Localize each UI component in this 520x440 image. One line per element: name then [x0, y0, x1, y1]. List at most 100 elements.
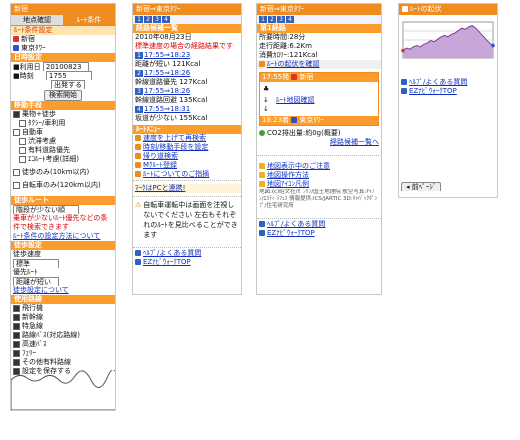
line-label: 特急線 [22, 322, 43, 330]
route-condition-help-link[interactable]: ﾙｰﾄ条件の設定方法について [11, 232, 115, 241]
screen-header: 新宿⇒東京ﾀﾜｰ [133, 4, 241, 15]
line-checkbox[interactable] [13, 331, 20, 339]
tab-location[interactable]: 地点確認 [11, 15, 63, 25]
date-row: ■利用日 20100823 [11, 62, 115, 71]
route-timeline: 17:55発 新宿 ♣ ↓ ↓ ﾙｰﾄ地図確認 18:23着 東京ﾀﾜｰ [259, 72, 379, 126]
mode-radio[interactable] [19, 119, 26, 127]
route-result-link[interactable]: 4 17:55⇒18:31 [133, 105, 241, 114]
mode-radio[interactable] [19, 146, 26, 154]
walk-settings-help-link[interactable]: 徒歩設定について [11, 286, 115, 295]
walk-speed-select[interactable]: 標準 [13, 259, 59, 268]
prev-page-button[interactable]: ◂ 前ﾍﾟｰｼﾞ [401, 182, 442, 191]
help-link[interactable]: ﾍﾙﾌﾟ/よくある質問 [399, 78, 497, 87]
pc-link[interactable]: ﾏｰｸはPCと連携! [133, 184, 241, 193]
date-input[interactable]: 20100823 [42, 62, 89, 71]
co2-row: CO2排出量:約0g(概要) [257, 129, 381, 138]
mode-item[interactable]: 自転車のみ(120km以内) [11, 181, 115, 190]
route-tab-3[interactable]: 3 [153, 16, 161, 23]
route-tab-3[interactable]: 3 [277, 16, 285, 23]
line-checkbox[interactable] [13, 340, 20, 348]
line-item[interactable]: ﾌｪﾘｰ [11, 349, 115, 358]
route-list-link[interactable]: 経路候補一覧へ [257, 138, 381, 147]
mode-radio[interactable] [13, 181, 20, 189]
line-item[interactable]: 高速ﾊﾞｽ [11, 340, 115, 349]
line-item[interactable]: その他有料路線 [11, 358, 115, 367]
mode-radio[interactable] [13, 110, 20, 118]
line-checkbox[interactable] [13, 358, 20, 366]
time-row: ■時刻 1755 [11, 71, 115, 80]
route-menu-item[interactable]: 帰り道検索 [133, 152, 241, 161]
time-input[interactable]: 1755 [45, 71, 92, 80]
search-button[interactable]: 検索開始 [44, 90, 82, 101]
priority-select[interactable]: 距離が短い [13, 277, 59, 286]
line-checkbox[interactable] [13, 322, 20, 330]
route-result-link[interactable]: 1 17:55⇒18:23 [133, 51, 241, 60]
screen-header: 新宿⇒東京ﾀﾜｰ [257, 4, 381, 15]
route-result-link[interactable]: 2 17:55⇒18:26 [133, 69, 241, 78]
route-tab-4[interactable]: 4 [162, 16, 170, 23]
destination-row[interactable]: 東京ﾀﾜｰ [11, 44, 115, 53]
mode-radio[interactable] [19, 137, 26, 145]
top-link[interactable]: EZﾅﾋﾞｳｫｰｸTOP [399, 87, 497, 96]
mode-item[interactable]: 徒歩のみ(10km以内) [11, 168, 115, 177]
elevation-link[interactable]: ﾙｰﾄの起伏を確認 [257, 60, 381, 69]
map-note-link[interactable]: 地図ｱｲｺﾝ凡例 [257, 180, 381, 189]
route-menu-label: 帰り道検索 [143, 152, 178, 160]
warning-text: 自転車運転中は画面を注視しないでください 左右もそれぞれのﾙｰﾄを見比べることが… [143, 201, 238, 239]
line-item[interactable]: 特急線 [11, 322, 115, 331]
route-number: 4 [135, 106, 143, 113]
route-tab-2[interactable]: 2 [144, 16, 152, 23]
depart-select[interactable]: 出発する [51, 80, 85, 89]
route-menu-item[interactable]: 時刻/移動手段を設定 [133, 143, 241, 152]
map-note-link[interactable]: 地図操作方法 [257, 171, 381, 180]
destination-value: 東京ﾀﾜｰ [21, 44, 46, 52]
origin-row[interactable]: 新宿 [11, 35, 115, 44]
mode-item[interactable]: 乗物+徒歩 [11, 110, 115, 119]
co2-text: CO2排出量:約0g(概要) [267, 129, 341, 137]
calorie-value: 121Kcal [289, 51, 318, 59]
mode-radio[interactable] [13, 128, 20, 136]
line-item[interactable]: 飛行機 [11, 304, 115, 313]
route-menu-item[interactable]: Mｸﾙｰﾄ登録 [133, 161, 241, 170]
tab-route-conditions[interactable]: ﾙｰﾄ条件 [63, 15, 115, 25]
route-tab-2[interactable]: 2 [268, 16, 276, 23]
walk-order-select[interactable]: 階段が少ない順 [13, 205, 79, 214]
route-menu-item[interactable]: 速度を上げて再検索 [133, 134, 241, 143]
line-label: 高速ﾊﾞｽ [22, 340, 47, 348]
priority-label: 優先ﾙｰﾄ [13, 268, 38, 276]
top-link[interactable]: EZﾅﾋﾞｳｫｰｸTOP [257, 229, 381, 238]
route-map-link[interactable]: ﾙｰﾄ地図確認 [276, 95, 315, 105]
mode-item[interactable]: ｴｺﾙｰﾄ考慮(詳細) [11, 155, 115, 164]
line-checkbox[interactable] [13, 349, 20, 357]
line-item[interactable]: 新幹線 [11, 313, 115, 322]
route-tabs: 1234 [257, 15, 381, 24]
duration-label: 所要時間 [259, 33, 287, 41]
route-tab-4[interactable]: 4 [286, 16, 294, 23]
line-checkbox[interactable] [13, 313, 20, 321]
mode-radio[interactable] [19, 155, 26, 163]
help-link[interactable]: ﾍﾙﾌﾟ/よくある質問 [133, 249, 241, 258]
walk-icon: ♣ [263, 85, 270, 93]
help-link[interactable]: ﾍﾙﾌﾟ/よくある質問 [257, 220, 381, 229]
section-route-1: 第1経路 [257, 24, 381, 33]
line-checkbox[interactable] [13, 304, 20, 312]
map-note-link[interactable]: 地図表示中のご注意 [257, 162, 381, 171]
menu-bullet-icon [135, 135, 141, 141]
help-link-label: ﾍﾙﾌﾟ/よくある質問 [143, 249, 202, 257]
mode-item[interactable]: ﾀｸｼｰ/車利用 [11, 119, 115, 128]
line-item[interactable]: 路線ﾊﾞｽ(対応路線) [11, 331, 115, 340]
route-tab-1[interactable]: 1 [135, 16, 143, 23]
top-link[interactable]: EZﾅﾋﾞｳｫｰｸTOP [133, 258, 241, 267]
route-menu-item[interactable]: ﾙｰﾄについてのご指摘 [133, 170, 241, 179]
mode-item[interactable]: 自動車 [11, 128, 115, 137]
route-tab-1[interactable]: 1 [259, 16, 267, 23]
map-note-label: 地図表示中のご注意 [267, 162, 330, 170]
bicycle-warning: ⚠ 自転車運転中は画面を注視しないでください 左右もそれぞれのﾙｰﾄを見比べること… [133, 198, 241, 246]
route-result-link[interactable]: 3 17:55⇒18:26 [133, 87, 241, 96]
mode-item[interactable]: 渋滞考慮 [11, 137, 115, 146]
mode-radio[interactable] [13, 168, 20, 176]
route-detail-screen: 新宿⇒東京ﾀﾜｰ 1234 第1経路 所要時間:28分 走行距離:6.2Km 消… [256, 3, 382, 295]
mode-label: 乗物+徒歩 [22, 110, 56, 118]
line-label: その他有料路線 [22, 358, 71, 366]
mode-item[interactable]: 有料道路優先 [11, 146, 115, 155]
